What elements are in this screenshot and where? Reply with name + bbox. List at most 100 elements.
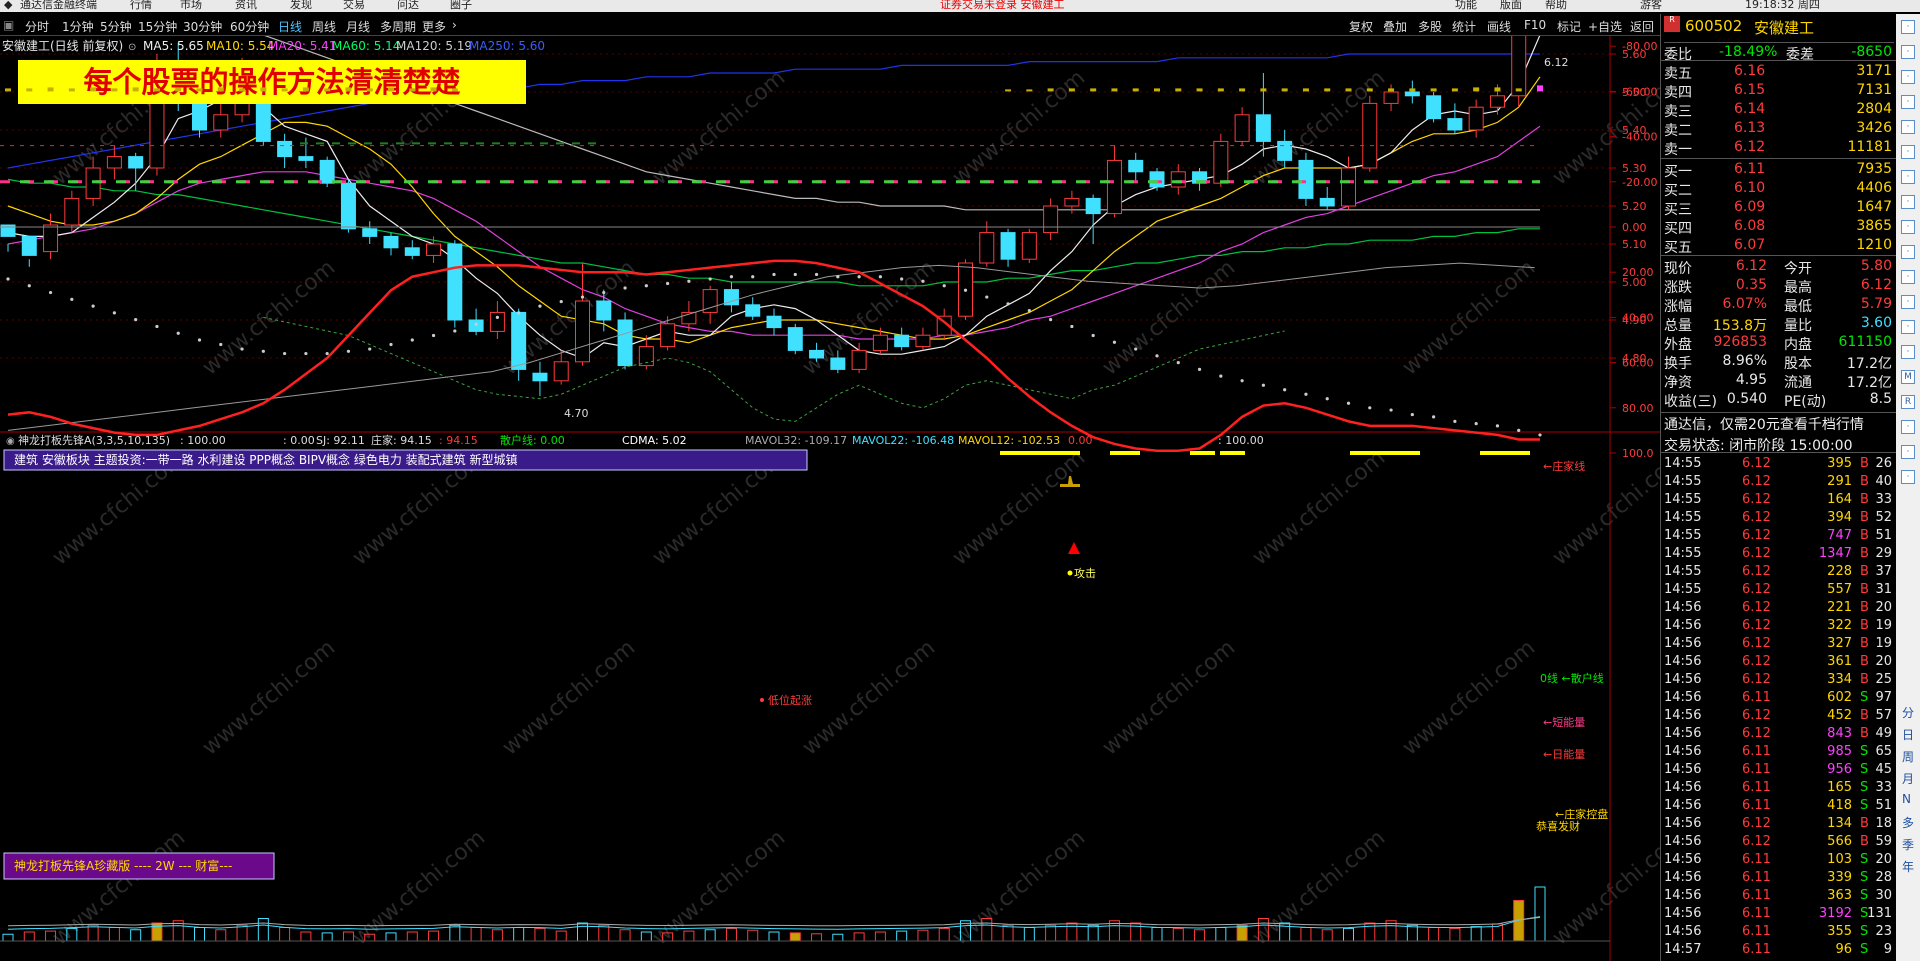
tick-row: 14:56 6.11 956 S 45 [1664,761,1894,779]
sidebar-period[interactable]: N [1902,792,1911,806]
indicator-tick-label: 40.00 [1622,311,1654,324]
tick-cell: 131 [1867,906,1892,921]
toolbar-button[interactable]: 叠加 [1383,18,1407,35]
period-tab[interactable]: 周线 [312,18,336,35]
candle-body [340,182,356,230]
menu-item[interactable]: 圈子 [450,0,472,10]
period-tab[interactable]: 15分钟 [138,18,177,35]
period-tab[interactable]: 多周期 [380,18,416,35]
lock-icon[interactable]: · [1901,420,1915,434]
toolbar-button[interactable]: +自选 [1588,18,1622,35]
window-icon[interactable]: · [1901,20,1915,34]
kongpan-bar [175,87,182,92]
r-badge-icon: R [1664,16,1680,32]
more-icon[interactable]: · [1901,445,1915,459]
tick-row: 14:56 6.12 134 B 18 [1664,815,1894,833]
sidebar-period[interactable]: 日 [1902,726,1914,743]
chevron-right-icon[interactable]: › [452,18,457,32]
expand-icon[interactable]: · [1901,470,1915,484]
pie-icon[interactable]: · [1901,320,1915,334]
period-tab[interactable]: 60分钟 [230,18,269,35]
chart-area[interactable]: www.cfchi.com www.cfchi.com www.cfchi.com w… [0,36,1660,961]
settings-icon[interactable]: ⊙ [128,42,136,53]
menu-item[interactable]: 行情 [130,0,152,10]
menu-item[interactable]: 功能 [1455,0,1477,10]
macd-icon[interactable]: M [1901,370,1915,384]
dot-marker [729,275,734,279]
volume-bar [725,927,737,942]
volume-bar [236,924,248,942]
tick-row: 14:56 6.11 339 S 28 [1664,869,1894,887]
stat-value: 0.540 [1726,391,1767,407]
chart-icon[interactable]: · [1901,120,1915,134]
sidebar-period[interactable]: 周 [1902,748,1914,765]
line-icon[interactable]: · [1901,345,1915,359]
volume-bar [1023,927,1035,942]
toolbar-button[interactable]: 统计 [1452,18,1476,35]
ask-volume: 3426 [1856,120,1892,136]
tick-cell: 6.12 [1742,528,1771,543]
watermark-text: www.cfchi.com [1248,445,1390,570]
bid-price: 6.10 [1734,180,1766,196]
table-icon[interactable]: · [1901,270,1915,284]
ask-label: 卖五 [1664,66,1692,82]
menu-item[interactable]: 发现 [290,0,312,10]
toolbar-button[interactable]: F10 [1524,18,1546,32]
tick-row: 14:55 6.12 1347 B 29 [1664,545,1894,563]
menu-item[interactable]: 市场 [180,0,202,10]
promo-text[interactable]: 通达信，仅需20元查看千档行情 [1664,414,1864,434]
grid-icon[interactable]: · [1901,145,1915,159]
menu-item[interactable]: 资讯 [235,0,257,10]
dot-marker [474,322,478,326]
period-tab[interactable]: 更多 [422,18,446,35]
sidebar-period[interactable]: 分 [1902,704,1914,721]
period-tab[interactable]: 分时 [25,18,49,35]
dot-marker [1304,392,1308,396]
menu-item[interactable]: 帮助 [1545,0,1567,10]
indicator-tick-label: -60.00 [1622,85,1657,98]
menu-item[interactable]: 问达 [397,0,419,10]
toolbar-button[interactable]: 返回 [1630,18,1654,35]
user-label[interactable]: 游客 [1640,0,1662,10]
menu-item[interactable]: 交易 [343,0,365,10]
up-icon[interactable]: · [1901,45,1915,59]
star-icon[interactable]: · [1901,195,1915,209]
period-tab[interactable]: 月线 [346,18,370,35]
down-icon[interactable]: · [1901,70,1915,84]
sidebar-period[interactable]: 多 [1902,814,1914,831]
menu-item[interactable]: 版面 [1500,0,1522,10]
candle-body [64,197,80,226]
period-tab[interactable]: 5分钟 [100,18,132,35]
sidebar-period[interactable]: 月 [1902,770,1914,787]
tick-cell: 18 [1875,816,1892,831]
tick-cell: 14:55 [1664,582,1702,597]
gear-icon[interactable]: · [1901,245,1915,259]
kongpan-bar [1345,88,1352,92]
bar-icon[interactable]: · [1901,295,1915,309]
dot-marker [1325,397,1329,401]
toolbar-button[interactable]: 标记 [1557,18,1581,35]
rsi-icon[interactable]: R [1901,395,1915,409]
period-tab-active[interactable]: 日线 [278,18,302,35]
tick-cell: 165 [1827,780,1852,795]
sidebar-period[interactable]: 季 [1902,836,1914,853]
tick-cell: 228 [1827,564,1852,579]
indicator-toggle-icon[interactable]: ◉ [6,436,15,447]
layout-icon[interactable]: ▣ [3,18,14,32]
ask-volume: 3171 [1856,63,1892,79]
quote-panel: R 600502 安徽建工 委比 -18.49% 委差 -8650 卖五 6.16… [1660,14,1897,961]
info-icon[interactable]: · [1901,170,1915,184]
list-icon[interactable]: · [1901,95,1915,109]
period-tab[interactable]: 1分钟 [62,18,94,35]
doc-icon[interactable]: · [1901,220,1915,234]
toolbar-button[interactable]: 多股 [1418,18,1442,35]
tick-cell: 6.11 [1742,906,1771,921]
kongpan-label: ←庄家控盘 [1555,807,1608,821]
volume-bar [768,931,780,942]
ask-volume: 11181 [1847,139,1892,155]
low-start-label: 低位起涨 [768,693,812,707]
toolbar-button[interactable]: 画线 [1487,18,1511,35]
sidebar-period[interactable]: 年 [1902,858,1914,875]
toolbar-button[interactable]: 复权 [1349,18,1373,35]
period-tab[interactable]: 30分钟 [183,18,222,35]
